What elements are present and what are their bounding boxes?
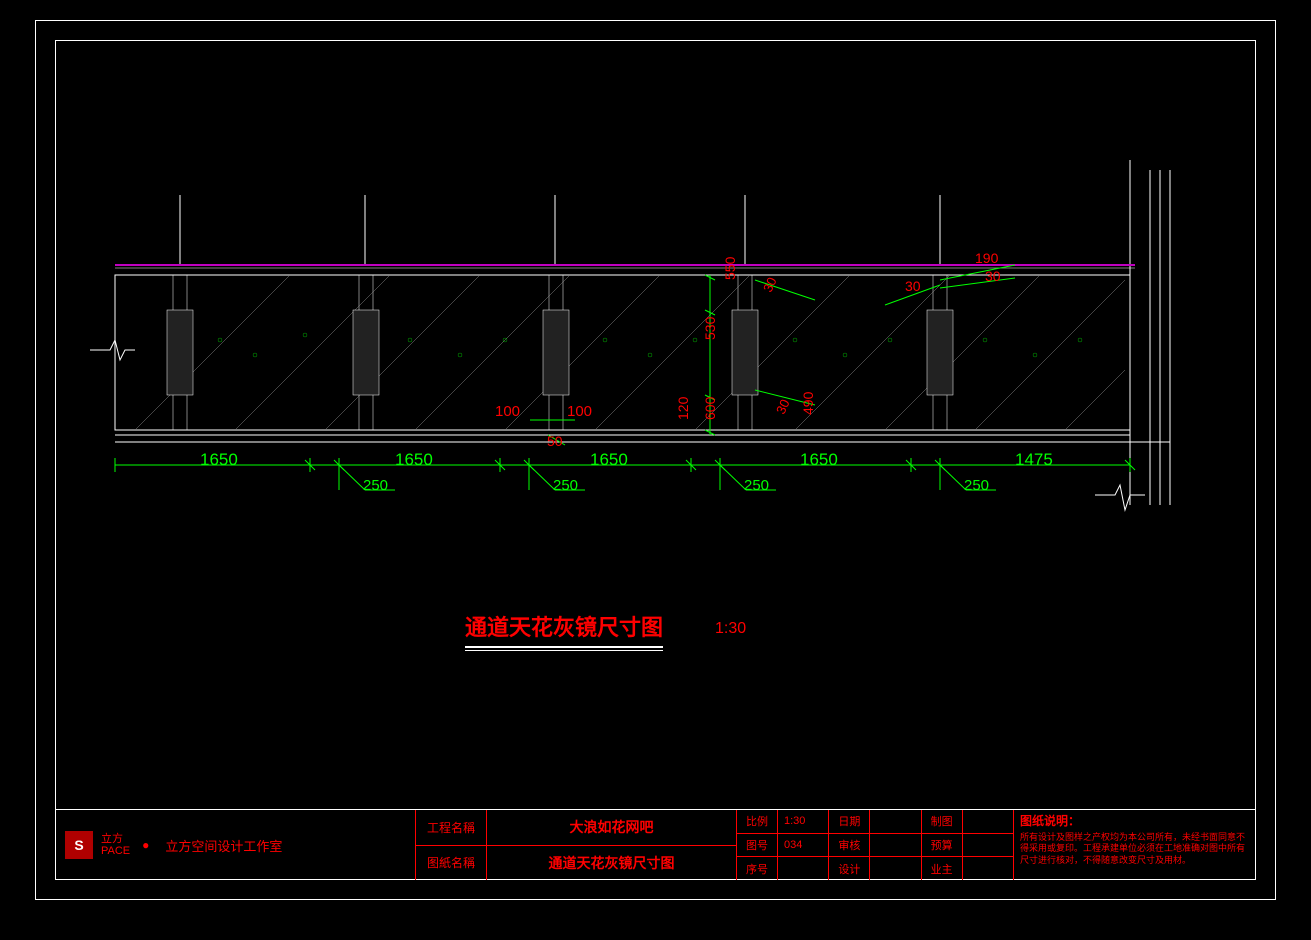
- dim-h-5: 1475: [1015, 450, 1053, 470]
- drawing-title: 通道天花灰镜尺寸图: [465, 610, 663, 651]
- dim-gap-2: 250: [553, 477, 578, 494]
- drawing-name: 通道天花灰镜尺寸图: [487, 846, 736, 881]
- tb-header-block: 工程名稱 大浪如花网吧 图紙名稱 通道天花灰镜尺寸图: [416, 810, 736, 880]
- dim-gap-4: 250: [964, 477, 989, 494]
- drawing-title-text: 通道天花灰镜尺寸图: [465, 615, 663, 640]
- dim-h-2: 1650: [395, 450, 433, 470]
- drawing-svg: [55, 40, 1255, 760]
- drawing-canvas: 1650 1650 1650 1650 1475 250 250 250 250…: [55, 40, 1256, 810]
- dim-h-4: 1650: [800, 450, 838, 470]
- notes-title: 图纸说明：: [1020, 814, 1250, 830]
- dim-30d: 30: [985, 268, 1001, 284]
- dim-gap-1: 250: [363, 477, 388, 494]
- drawing-scale: 1:30: [715, 620, 746, 638]
- dim-490: 490: [800, 392, 816, 415]
- dim-600: 600: [702, 397, 718, 420]
- dim-h-1: 1650: [200, 450, 238, 470]
- dim-550: 550: [722, 257, 738, 280]
- title-block: S 立方 PACE ● 立方空间设计工作室 工程名稱 大浪如花网吧 图紙名稱 通…: [55, 809, 1256, 880]
- logo-mark: S: [65, 831, 93, 859]
- dim-190: 190: [975, 250, 998, 266]
- dim-gap-3: 250: [744, 477, 769, 494]
- drawing-name-label: 图紙名稱: [416, 846, 487, 881]
- dim-h-3: 1650: [590, 450, 628, 470]
- dim-100-l: 100: [495, 403, 520, 420]
- studio-logo: S 立方 PACE ● 立方空间设计工作室: [55, 810, 416, 880]
- tb-grid: 比例1:30 图号034 序号 日期 审核 设计 制图 预算 业主: [736, 810, 1013, 880]
- tb-drawing-no: 034: [778, 839, 828, 851]
- dim-530: 530: [702, 317, 718, 340]
- project-name: 大浪如花网吧: [487, 810, 736, 845]
- logo-brand: 立方 PACE: [101, 833, 130, 857]
- tb-scale: 1:30: [778, 815, 828, 827]
- dim-50: 50: [547, 433, 563, 449]
- project-name-label: 工程名稱: [416, 810, 487, 845]
- studio-name: 立方空间设计工作室: [165, 836, 282, 855]
- cad-drawing-page: 1650 1650 1650 1650 1475 250 250 250 250…: [0, 0, 1311, 940]
- dim-30c: 30: [905, 278, 921, 294]
- dim-120: 120: [675, 397, 691, 420]
- notes-body: 所有设计及图样之产权均为本公司所有，未经书面同意不得采用或复印。工程承建单位必须…: [1020, 832, 1250, 867]
- dim-100-r: 100: [567, 403, 592, 420]
- tb-notes: 图纸说明： 所有设计及图样之产权均为本公司所有，未经书面同意不得采用或复印。工程…: [1013, 810, 1256, 880]
